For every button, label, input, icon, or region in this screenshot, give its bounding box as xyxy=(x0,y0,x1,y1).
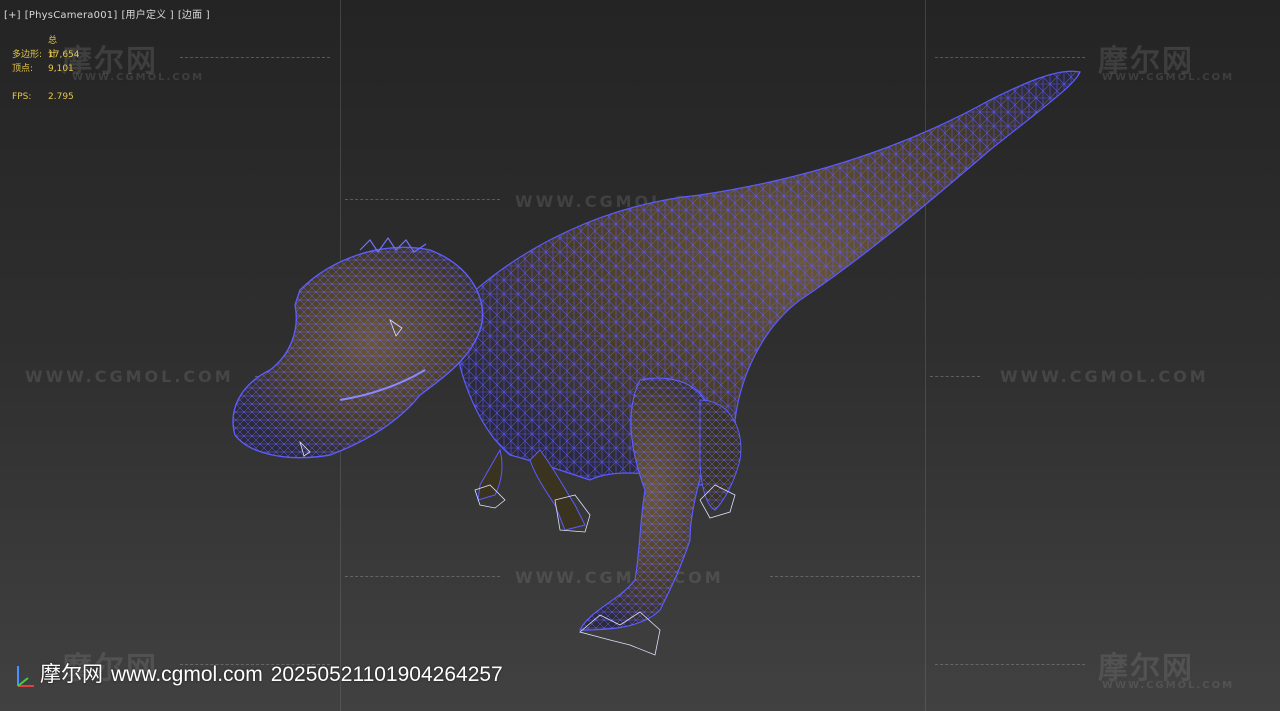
stats-polys-value: 17,654 xyxy=(48,50,80,60)
viewport-view-menu[interactable]: [用户定义 ] xyxy=(121,10,173,21)
axis-tripod-icon xyxy=(17,666,34,687)
stats-fps-value: 2.795 xyxy=(48,92,74,102)
stats-polys-label: 多边形: xyxy=(12,50,43,60)
stats-verts-value: 9,101 xyxy=(48,64,74,74)
stats-verts-label: 顶点: xyxy=(12,64,34,74)
viewport-label: [+] [PhysCamera001] [用户定义 ] [边面 ] xyxy=(4,6,214,21)
footer-id: 20250521101904264257 xyxy=(270,663,503,686)
viewport-shading-menu[interactable]: [边面 ] xyxy=(178,10,210,21)
model-body xyxy=(454,70,1081,486)
viewport-camera-menu[interactable]: [PhysCamera001] xyxy=(25,10,118,21)
footer-site-url: www.cgmol.com xyxy=(111,663,263,686)
footer-watermark: 摩尔网 www.cgmol.com 20250521101904264257 xyxy=(40,658,511,688)
3d-viewport[interactable]: 摩尔网 WWW.CGMOL.COM 摩尔网 WWW.CGMOL.COM WWW.… xyxy=(0,0,1280,711)
model-head xyxy=(232,236,484,459)
trex-wireframe-model[interactable] xyxy=(0,0,1280,711)
viewport-menu-plus[interactable]: [+] xyxy=(4,10,21,21)
stats-fps-label: FPS: xyxy=(12,92,32,102)
footer-site-name: 摩尔网 xyxy=(40,663,103,686)
